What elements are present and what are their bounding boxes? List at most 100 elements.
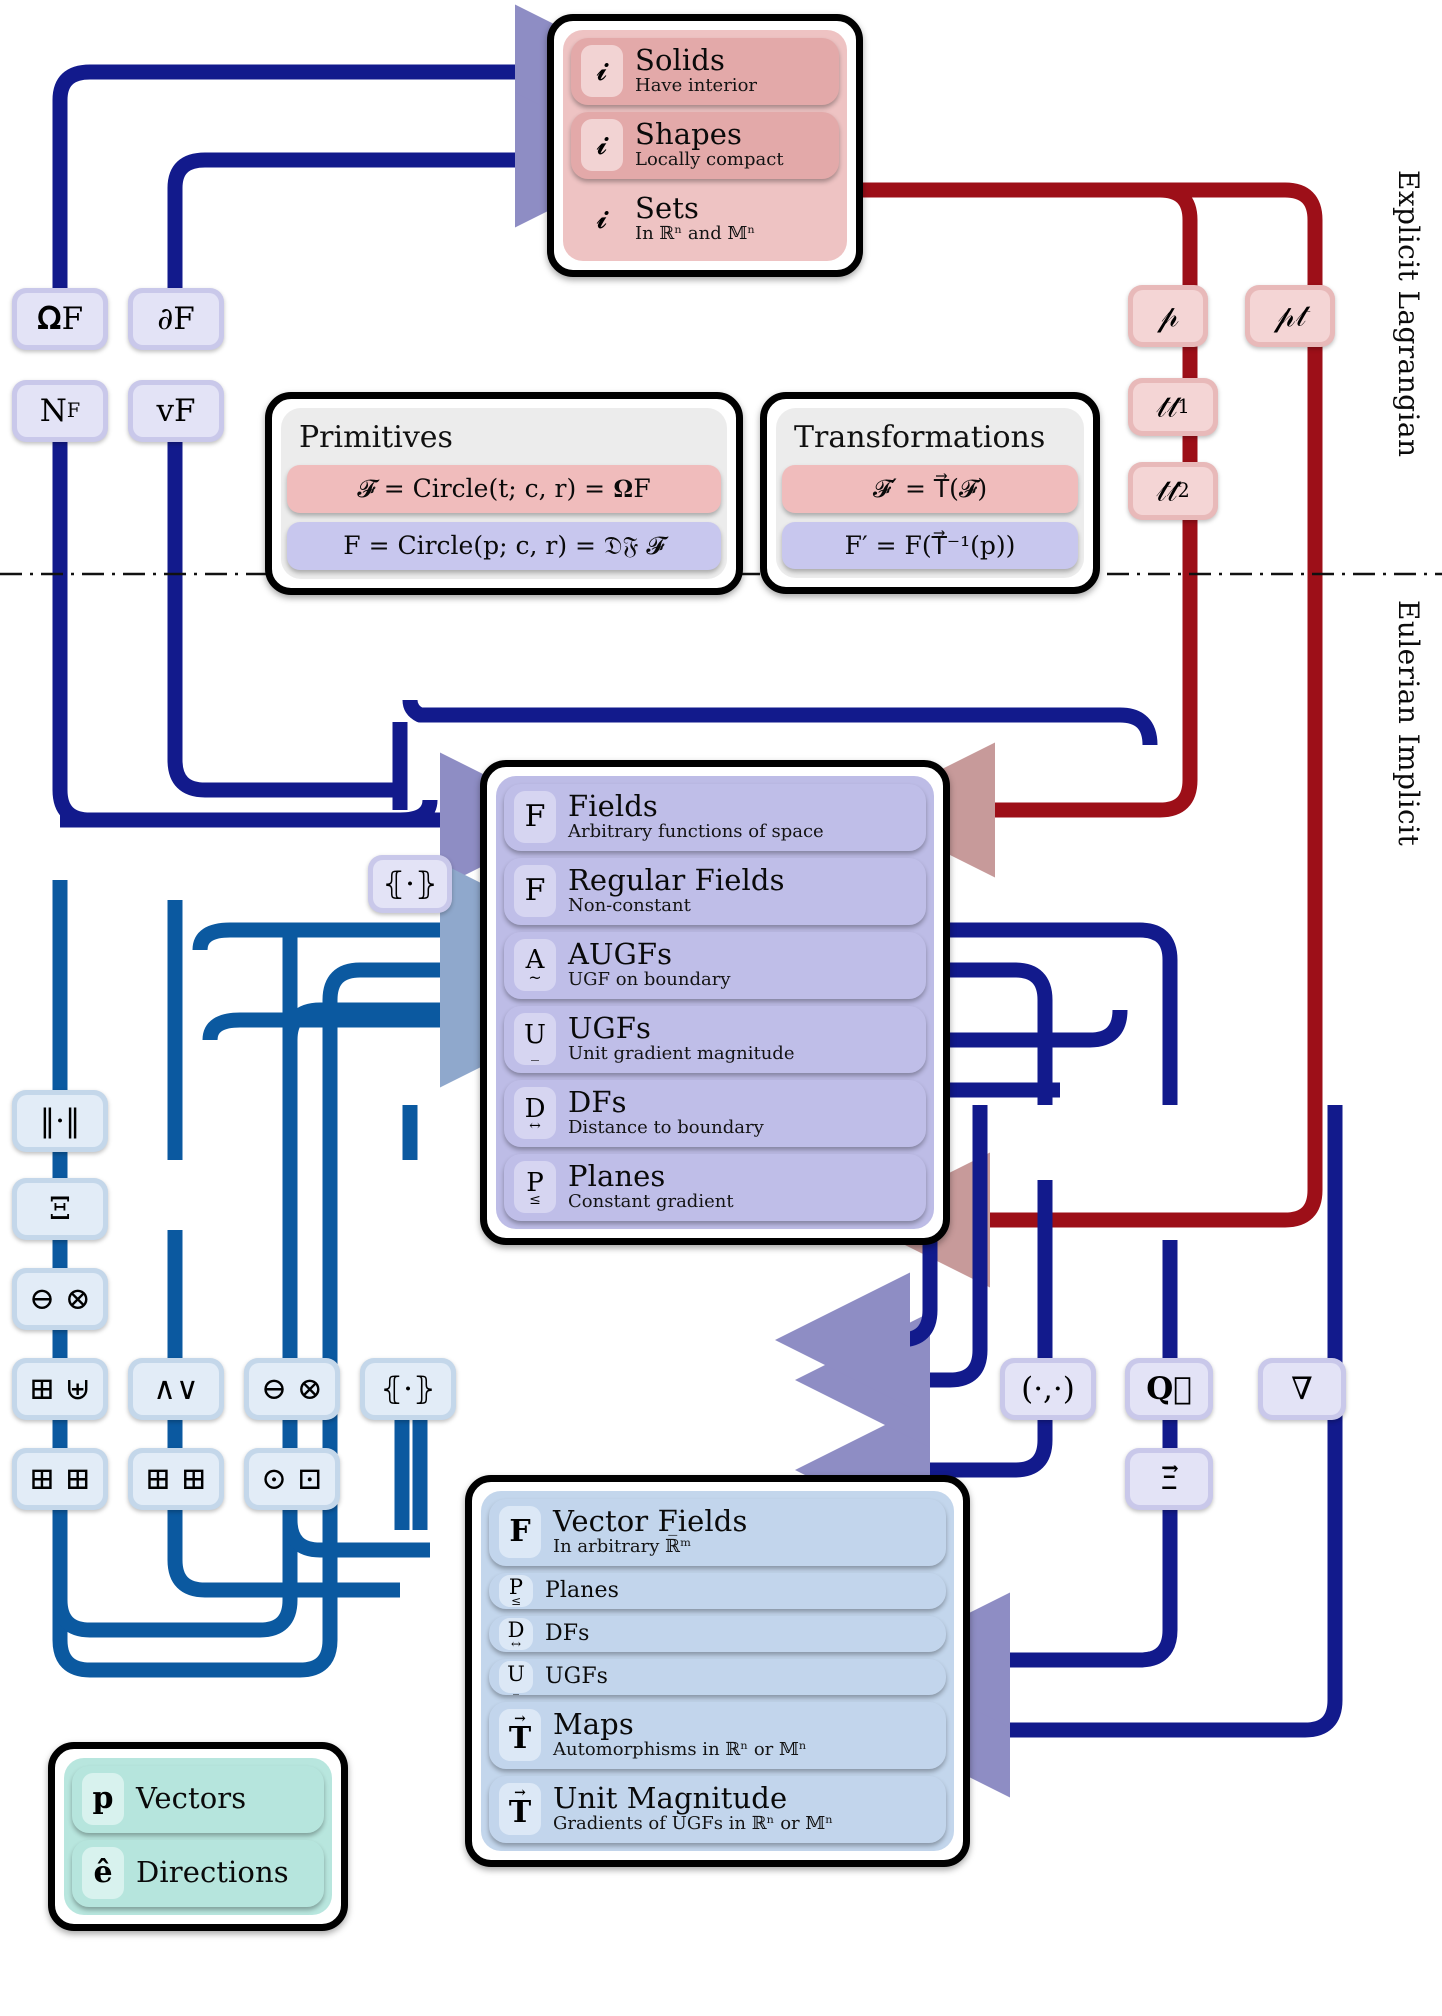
operator-chip-frak-d[interactable]: 𝓅 (1128, 285, 1208, 347)
group-solids: 𝓲 Solids Have interior 𝓲 Shapes Locally … (547, 14, 863, 277)
item-subtitle: Unit gradient magnitude (568, 1043, 795, 1065)
side-label-eulerian: Eulerian Implicit (1392, 600, 1425, 847)
operator-chip-nabla[interactable]: ∇ (1258, 1358, 1346, 1420)
item-title: Unit Magnitude (553, 1780, 788, 1815)
item-title: Maps (553, 1706, 634, 1741)
item-title: DFs (545, 1620, 590, 1646)
fraktur-s-icon: 𝓲 (581, 45, 623, 97)
e-hat-icon: ê (82, 1847, 124, 1899)
item-title: Planes (568, 1158, 666, 1193)
item-title: UGFs (568, 1010, 652, 1045)
item-title: Vectors (136, 1781, 247, 1816)
list-item[interactable]: → T Unit Magnitude Gradients of UGFs in ℝ… (489, 1776, 946, 1843)
fraktur-s-icon: 𝓲 (581, 119, 623, 171)
p-leq-icon: P ≤ (499, 1575, 533, 1607)
operator-chip-and-or[interactable]: ∧∨ (128, 1358, 224, 1420)
operator-chip-frak-df[interactable]: 𝓅𝓉 (1245, 285, 1335, 347)
side-label-lagrangian: Explicit Lagrangian (1392, 170, 1425, 458)
operator-chip-q-vec[interactable]: Q⃗ (1125, 1358, 1213, 1420)
item-subtitle: UGF on boundary (568, 969, 731, 991)
list-item[interactable]: F Vector Fields In arbitrary ℝ̅ᵐ (489, 1499, 946, 1566)
d-arrow-icon: D ↔ (499, 1618, 533, 1650)
item-subtitle: Arbitrary functions of space (568, 821, 824, 843)
p-leq-icon: P ≤ (514, 1161, 556, 1213)
operator-chip-dbl-brace[interactable]: ⦃·⦄ (360, 1358, 456, 1420)
item-title: Sets (635, 190, 699, 225)
item-title: UGFs (545, 1663, 609, 1689)
list-item[interactable]: p Vectors (72, 1766, 324, 1833)
d-arrow-icon: D ↔ (514, 1087, 556, 1139)
item-subtitle: In ℝⁿ and 𝕄ⁿ (635, 223, 756, 245)
item-title: Shapes (635, 116, 743, 151)
list-item[interactable]: 𝓲 Sets In ℝⁿ and 𝕄ⁿ (571, 186, 839, 253)
list-item[interactable]: D ↔ DFs (489, 1616, 946, 1652)
diagram-canvas: 𝓲 Solids Have interior 𝓲 Shapes Locally … (0, 0, 1442, 2016)
item-subtitle: Non-constant (568, 895, 691, 917)
list-item[interactable]: 𝓲 Solids Have interior (571, 38, 839, 105)
item-title: Regular Fields (568, 862, 785, 897)
item-title: DFs (568, 1084, 627, 1119)
item-title: AUGFs (568, 936, 673, 971)
u-bar-icon: U _ (499, 1661, 533, 1694)
list-item[interactable]: D ↔ DFs Distance to boundary (504, 1080, 926, 1147)
operator-chip-xi[interactable]: Ξ (12, 1178, 108, 1240)
operator-chip-sq-plus2[interactable]: ⊞ ⊞ (12, 1448, 108, 1510)
operator-chip-sq-plus[interactable]: ⊞ ⊎ (12, 1358, 108, 1420)
group-vector-fields: F Vector Fields In arbitrary ℝ̅ᵐ P ≤ Plan… (465, 1475, 970, 1867)
operator-chip-frak-f2[interactable]: 𝓉𝓉 2 (1128, 462, 1218, 520)
operator-chip-v-f[interactable]: vF (128, 380, 224, 442)
group-primitives: Primitives 𝓕 = Circle(t; c, r) = 𝛀F F = … (265, 392, 743, 595)
list-item[interactable]: 𝓲 Shapes Locally compact (571, 112, 839, 179)
a-tilde-icon: A ~ (514, 939, 556, 991)
operator-chip-round2[interactable]: ⊖ ⊗ (244, 1358, 340, 1420)
list-item[interactable]: F Fields Arbitrary functions of space (504, 784, 926, 851)
group-transformations: Transformations 𝓕′ = T⃗(𝓕) F′ = F(T⃗⁻¹(p… (760, 392, 1100, 594)
item-subtitle: Have interior (635, 75, 758, 97)
operator-chip-pair[interactable]: (·,·) (1000, 1358, 1096, 1420)
item-title: Planes (545, 1577, 620, 1603)
item-title: Vector Fields (553, 1503, 748, 1538)
operator-chip-round-pair[interactable]: ⊖ ⊗ (12, 1268, 108, 1330)
transformations-eulerian-formula: F′ = F(T⃗⁻¹(p)) (782, 522, 1078, 569)
item-subtitle: Constant gradient (568, 1191, 734, 1213)
operator-chip-brace[interactable]: ⦃·⦄ (368, 855, 452, 913)
operator-chip-n-sub-f[interactable]: NF (12, 380, 108, 442)
list-item[interactable]: P ≤ Planes Constant gradient (504, 1154, 926, 1221)
item-subtitle: Locally compact (635, 149, 784, 171)
fraktur-s-icon: 𝓲 (596, 201, 608, 236)
list-item[interactable]: A ~ AUGFs UGF on boundary (504, 932, 926, 999)
operator-chip-del-f[interactable]: ∂F (128, 288, 224, 350)
primitives-header: Primitives (299, 420, 453, 455)
item-title: Solids (635, 42, 725, 77)
u-bar-icon: U _ (514, 1013, 556, 1065)
transformations-lagrangian-formula: 𝓕′ = T⃗(𝓕) (782, 465, 1078, 513)
item-subtitle: Gradients of UGFs in ℝⁿ or 𝕄ⁿ (553, 1813, 834, 1835)
f-bar-icon: F (514, 865, 556, 917)
t-vec-icon: → T (499, 1783, 541, 1835)
list-item[interactable]: P ≤ Planes (489, 1573, 946, 1609)
group-fields: F Fields Arbitrary functions of space F … (480, 760, 950, 1245)
operator-chip-round3[interactable]: ⊙ ⊡ (244, 1448, 340, 1510)
group-vectors: p Vectors ê Directions (48, 1742, 348, 1931)
f-bar-icon: F (514, 791, 556, 843)
primitives-eulerian-formula: F = Circle(p; c, r) = 𝔇𝔉 𝓕 (287, 522, 721, 570)
list-item[interactable]: U _ UGFs Unit gradient magnitude (504, 1006, 926, 1073)
list-item[interactable]: → T Maps Automorphisms in ℝⁿ or 𝕄ⁿ (489, 1702, 946, 1769)
item-subtitle: Distance to boundary (568, 1117, 764, 1139)
item-title: Directions (136, 1855, 289, 1890)
list-item[interactable]: U _ UGFs (489, 1659, 946, 1695)
p-bold-icon: p (82, 1773, 124, 1825)
item-subtitle: In arbitrary ℝ̅ᵐ (553, 1536, 692, 1558)
operator-chip-norm[interactable]: ‖·‖ (12, 1090, 108, 1152)
operator-chip-frak-f1[interactable]: 𝓉𝓉 1 (1128, 378, 1218, 436)
item-title: Fields (568, 788, 658, 823)
item-subtitle: Automorphisms in ℝⁿ or 𝕄ⁿ (553, 1739, 807, 1761)
transformations-header: Transformations (794, 420, 1046, 455)
operator-chip-omega-f[interactable]: 𝛀F (12, 288, 108, 350)
operator-chip-sqcap[interactable]: ⊞ ⊞ (128, 1448, 224, 1510)
operator-chip-xi-vec[interactable]: Ξ⃗ (1125, 1448, 1213, 1510)
list-item[interactable]: ê Directions (72, 1840, 324, 1907)
f-bold-icon: F (499, 1506, 541, 1558)
list-item[interactable]: F Regular Fields Non-constant (504, 858, 926, 925)
t-vec-icon: → T (499, 1709, 541, 1761)
